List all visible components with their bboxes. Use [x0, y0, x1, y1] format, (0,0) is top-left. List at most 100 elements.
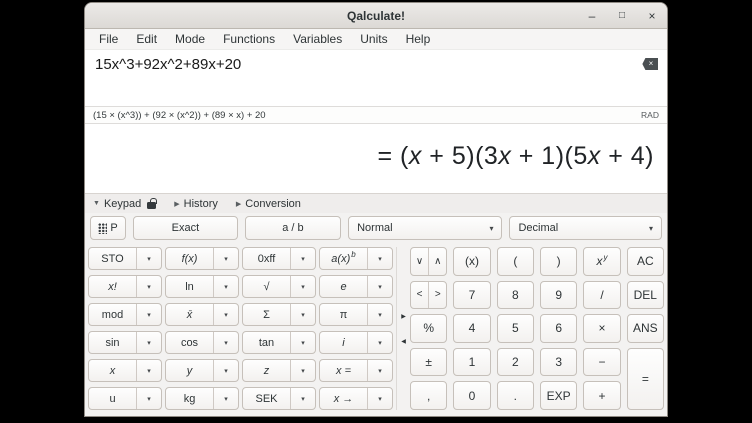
key-sum-button[interactable]: Σ [243, 304, 291, 325]
key-paren-close[interactable]: ) [540, 247, 577, 276]
key-var-z-menu-arrow[interactable]: ▾ [291, 360, 315, 381]
maximize-button[interactable]: □ [615, 3, 629, 29]
key-equals[interactable]: = [627, 348, 664, 410]
key-1[interactable]: 1 [453, 348, 490, 377]
menu-functions[interactable]: Functions [214, 29, 284, 50]
key-e-menu-arrow[interactable]: ▾ [368, 276, 392, 297]
expression-input[interactable]: 15x^3+92x^2+89x+20 [95, 56, 241, 73]
key-multiply[interactable]: × [583, 314, 620, 343]
key-7[interactable]: 7 [453, 281, 490, 310]
key-pi-button[interactable]: π [320, 304, 368, 325]
expression-area[interactable]: 15x^3+92x^2+89x+20 × [85, 50, 667, 106]
key-mean-button[interactable]: x̄ [166, 304, 214, 325]
menu-units[interactable]: Units [351, 29, 396, 50]
key-comma[interactable]: , [410, 381, 447, 410]
key-apply-power-button[interactable]: a(x)b [320, 248, 368, 269]
key-sto-button[interactable]: STO [89, 248, 137, 269]
key-unit-u-button[interactable]: u [89, 388, 137, 409]
key-unit-kg-menu-arrow[interactable]: ▾ [214, 388, 238, 409]
key-plus[interactable]: + [583, 381, 620, 410]
key-i-menu-arrow[interactable]: ▾ [368, 332, 392, 353]
key-cos-menu-arrow[interactable]: ▾ [214, 332, 238, 353]
minimize-button[interactable]: – [585, 3, 599, 29]
key-cursor-left-right-0[interactable]: < [411, 282, 429, 309]
key-paren-open[interactable]: ( [497, 247, 534, 276]
key-hex-menu-arrow[interactable]: ▾ [291, 248, 315, 269]
menu-help[interactable]: Help [397, 29, 440, 50]
key-8[interactable]: 8 [497, 281, 534, 310]
key-ans[interactable]: ANS [627, 314, 664, 343]
key-currency-sek-button[interactable]: SEK [243, 388, 291, 409]
key-sin-button[interactable]: sin [89, 332, 137, 353]
key-hex-button[interactable]: 0xff [243, 248, 291, 269]
key-convert-to-button[interactable]: x → [320, 388, 368, 409]
key-cursor-left-right-1[interactable]: > [429, 282, 446, 309]
key-factorial-button[interactable]: x! [89, 276, 137, 297]
key-unit-u-menu-arrow[interactable]: ▾ [137, 388, 161, 409]
menu-file[interactable]: File [90, 29, 127, 50]
key-smart-parens[interactable]: (x) [453, 247, 490, 276]
number-base-select[interactable]: Decimal ▾ [509, 216, 662, 240]
angle-mode-badge[interactable]: RAD [641, 110, 659, 120]
key-3[interactable]: 3 [540, 348, 577, 377]
key-exp[interactable]: EXP [540, 381, 577, 410]
key-equals-solve-menu-arrow[interactable]: ▾ [368, 360, 392, 381]
key-factorial-menu-arrow[interactable]: ▾ [137, 276, 161, 297]
key-cos-button[interactable]: cos [166, 332, 214, 353]
key-plusminus[interactable]: ± [410, 348, 447, 377]
key-var-x-button[interactable]: x [89, 360, 137, 381]
key-6[interactable]: 6 [540, 314, 577, 343]
key-0[interactable]: 0 [453, 381, 490, 410]
key-var-x-menu-arrow[interactable]: ▾ [137, 360, 161, 381]
key-sum-menu-arrow[interactable]: ▾ [291, 304, 315, 325]
key-mod-menu-arrow[interactable]: ▾ [137, 304, 161, 325]
key-i-button[interactable]: i [320, 332, 368, 353]
key-minus[interactable]: − [583, 348, 620, 377]
key-5[interactable]: 5 [497, 314, 534, 343]
menu-edit[interactable]: Edit [127, 29, 166, 50]
key-percent[interactable]: % [410, 314, 447, 343]
key-sqrt-button[interactable]: √ [243, 276, 291, 297]
tab-conversion[interactable]: ▶ Conversion [236, 198, 301, 210]
key-2[interactable]: 2 [497, 348, 534, 377]
key-sin-menu-arrow[interactable]: ▾ [137, 332, 161, 353]
key-9[interactable]: 9 [540, 281, 577, 310]
key-fx-menu-arrow[interactable]: ▾ [214, 248, 238, 269]
key-ac[interactable]: AC [627, 247, 664, 276]
key-var-z-button[interactable]: z [243, 360, 291, 381]
key-var-y-button[interactable]: y [166, 360, 214, 381]
key-e-button[interactable]: e [320, 276, 368, 297]
close-button[interactable]: × [645, 3, 659, 29]
key-equals-solve-button[interactable]: x = [320, 360, 368, 381]
key-del[interactable]: DEL [627, 281, 664, 310]
clear-expression-icon[interactable]: × [641, 58, 658, 70]
tab-history[interactable]: ▶ History [174, 198, 218, 210]
key-divide[interactable]: / [583, 281, 620, 310]
tab-keypad[interactable]: ▼ Keypad [93, 198, 156, 210]
display-mode-select[interactable]: Normal ▾ [348, 216, 502, 240]
key-sqrt-menu-arrow[interactable]: ▾ [291, 276, 315, 297]
key-sto-menu-arrow[interactable]: ▾ [137, 248, 161, 269]
key-unit-kg-button[interactable]: kg [166, 388, 214, 409]
menu-variables[interactable]: Variables [284, 29, 351, 50]
exact-toggle-button[interactable]: Exact [133, 216, 238, 240]
key-mod-button[interactable]: mod [89, 304, 137, 325]
key-tan-menu-arrow[interactable]: ▾ [291, 332, 315, 353]
key-currency-sek-menu-arrow[interactable]: ▾ [291, 388, 315, 409]
key-convert-to-menu-arrow[interactable]: ▾ [368, 388, 392, 409]
key-var-y-menu-arrow[interactable]: ▾ [214, 360, 238, 381]
menu-mode[interactable]: Mode [166, 29, 214, 50]
programming-keypad-button[interactable]: P [90, 216, 126, 240]
key-power[interactable]: xy [583, 247, 620, 276]
key-scroll-up-down-0[interactable]: ∨ [411, 248, 429, 275]
key-mean-menu-arrow[interactable]: ▾ [214, 304, 238, 325]
key-fx-button[interactable]: f(x) [166, 248, 214, 269]
key-scroll-up-down-1[interactable]: ∧ [429, 248, 446, 275]
key-decimal-point[interactable]: . [497, 381, 534, 410]
key-ln-button[interactable]: ln [166, 276, 214, 297]
lock-icon[interactable] [147, 202, 156, 209]
key-pi-menu-arrow[interactable]: ▾ [368, 304, 392, 325]
key-4[interactable]: 4 [453, 314, 490, 343]
key-ln-menu-arrow[interactable]: ▾ [214, 276, 238, 297]
expand-right-icon[interactable]: ▶ [401, 313, 406, 320]
